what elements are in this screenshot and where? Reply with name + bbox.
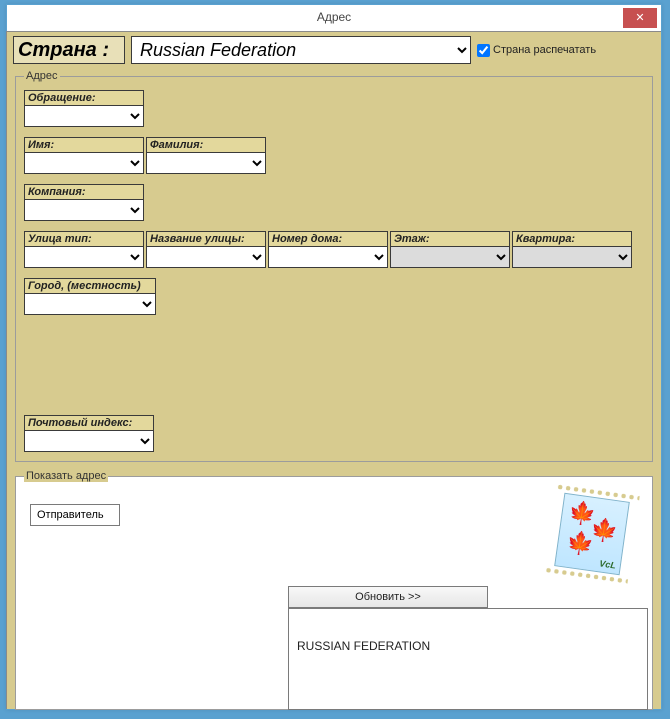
country-print-checkbox[interactable]	[477, 44, 490, 57]
company-select[interactable]	[25, 200, 143, 220]
floor-label: Этаж:	[391, 232, 509, 247]
sender-box[interactable]: Отправитель	[30, 504, 120, 526]
address-fieldset: Адрес Обращение: Имя: Фамилия:	[15, 70, 653, 462]
first-name-label: Имя:	[25, 138, 143, 153]
floor-select[interactable]	[391, 247, 509, 267]
last-name-field: Фамилия:	[146, 137, 266, 174]
refresh-button[interactable]: Обновить >>	[288, 586, 488, 608]
postal-field: Почтовый индекс:	[24, 415, 154, 452]
street-type-select[interactable]	[25, 247, 143, 267]
street-type-field: Улица тип:	[24, 231, 144, 268]
show-address-legend: Показать адрес	[24, 470, 108, 482]
first-name-field: Имя:	[24, 137, 144, 174]
country-select[interactable]: Russian Federation	[131, 36, 471, 64]
last-name-label: Фамилия:	[147, 138, 265, 153]
address-dialog: Адрес ✕ Страна : Russian Federation Стра…	[6, 4, 662, 710]
salutation-field: Обращение:	[24, 90, 144, 127]
postal-label: Почтовый индекс:	[25, 416, 153, 431]
country-row: Страна : Russian Federation Страна распе…	[13, 36, 655, 64]
close-icon: ✕	[635, 12, 644, 24]
apartment-label: Квартира:	[513, 232, 631, 247]
country-label: Страна :	[13, 36, 125, 64]
street-name-field: Название улицы:	[146, 231, 266, 268]
street-name-select[interactable]	[147, 247, 265, 267]
house-no-label: Номер дома:	[269, 232, 387, 247]
dialog-content: Страна : Russian Federation Страна распе…	[6, 31, 661, 709]
address-preview: RUSSIAN FEDERATION	[288, 608, 648, 710]
salutation-select[interactable]	[25, 106, 143, 126]
country-print-wrap[interactable]: Страна распечатать	[477, 36, 596, 64]
preview-text: RUSSIAN FEDERATION	[297, 639, 639, 653]
window-title: Адрес	[317, 10, 351, 24]
last-name-select[interactable]	[147, 153, 265, 173]
title-bar: Адрес ✕	[7, 5, 661, 31]
close-button[interactable]: ✕	[623, 8, 657, 28]
postal-select[interactable]	[25, 431, 153, 451]
stamp-label: VcL	[599, 558, 617, 570]
leaf-icon: 🍁	[565, 529, 596, 559]
company-field: Компания:	[24, 184, 144, 221]
city-field: Город, (местность)	[24, 278, 156, 315]
city-select[interactable]	[25, 294, 155, 314]
apartment-field: Квартира:	[512, 231, 632, 268]
company-label: Компания:	[25, 185, 143, 200]
first-name-select[interactable]	[25, 153, 143, 173]
house-no-select[interactable]	[269, 247, 387, 267]
address-legend: Адрес	[24, 70, 60, 82]
city-label: Город, (местность)	[25, 279, 155, 294]
apartment-select[interactable]	[513, 247, 631, 267]
floor-field: Этаж:	[390, 231, 510, 268]
country-print-label: Страна распечатать	[493, 44, 596, 56]
street-type-label: Улица тип:	[25, 232, 143, 247]
postage-stamp: 🍁 🍁 🍁 VcL	[549, 487, 636, 581]
house-no-field: Номер дома:	[268, 231, 388, 268]
salutation-label: Обращение:	[25, 91, 143, 106]
show-address-fieldset: Показать адрес Отправитель 🍁 🍁 🍁 VcL Обн…	[15, 470, 653, 710]
street-name-label: Название улицы:	[147, 232, 265, 247]
